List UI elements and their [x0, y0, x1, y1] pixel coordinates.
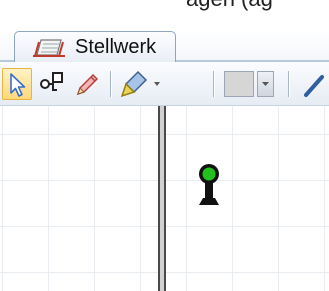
window-caption-text: agen (ag: [186, 0, 273, 10]
arrow-pointer-icon: [10, 73, 26, 97]
toolbar: [0, 62, 329, 106]
toolbar-separator: [110, 71, 112, 97]
app-window: agen (ag Stellwerk: [0, 0, 329, 291]
connect-tool-button[interactable]: [36, 68, 66, 100]
paint-brush-icon: [120, 70, 160, 98]
signal-icon[interactable]: [195, 163, 223, 209]
tab-stellwerk[interactable]: Stellwerk: [14, 31, 176, 62]
node-link-icon: [40, 72, 63, 91]
pencil-icon: [76, 73, 99, 96]
fill-tool-button[interactable]: [118, 68, 162, 100]
chevron-down-icon: [262, 82, 269, 86]
track-segment[interactable]: [158, 106, 166, 291]
window-caption-strip: agen (ag: [0, 0, 329, 30]
toolbar-separator: [213, 71, 215, 97]
pencil-tool-button[interactable]: [72, 68, 102, 100]
stellwerk-tab-icon: [33, 39, 65, 57]
tab-stellwerk-label: Stellwerk: [75, 36, 157, 58]
line-icon: [304, 75, 324, 97]
select-tool-button[interactable]: [2, 68, 32, 100]
color-dropdown-button[interactable]: [257, 71, 274, 97]
toolbar-separator: [288, 71, 290, 97]
chevron-down-icon: [154, 82, 160, 86]
line-tool-button[interactable]: [298, 68, 328, 100]
color-swatch[interactable]: [224, 71, 254, 97]
